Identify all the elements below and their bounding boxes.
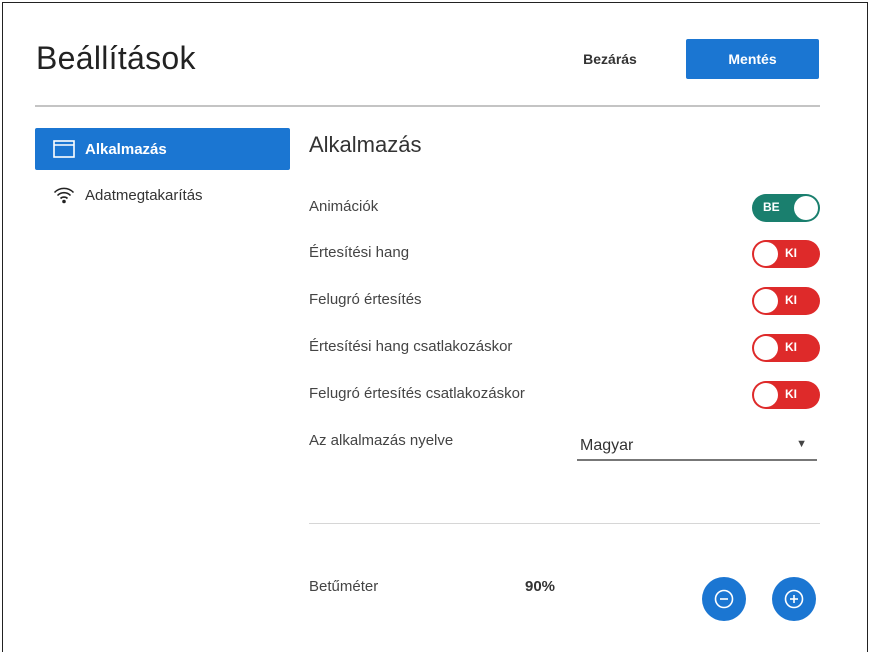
setting-label-animations: Animációk	[309, 198, 379, 215]
language-select[interactable]: Magyar ▼	[577, 431, 817, 461]
toggle-knob	[754, 289, 778, 313]
settings-window	[2, 2, 868, 652]
close-button[interactable]: Bezárás	[565, 44, 655, 74]
language-value: Magyar	[580, 437, 634, 454]
toggle-popup-on-connect[interactable]: KI	[752, 381, 820, 409]
setting-label-sound-on-connect: Értesítési hang csatlakozáskor	[309, 338, 513, 355]
font-size-value: 90%	[525, 578, 556, 595]
sidebar-item-label: Adatmegtakarítás	[85, 186, 203, 204]
increase-font-button[interactable]	[772, 577, 816, 621]
decrease-font-button[interactable]	[702, 577, 746, 621]
header-divider	[35, 105, 820, 107]
sidebar-item-alkalmazas[interactable]: Alkalmazás	[35, 128, 290, 170]
toggle-state: KI	[785, 340, 797, 354]
wifi-icon	[53, 187, 75, 204]
toggle-knob	[794, 196, 818, 220]
section-title: Alkalmazás	[309, 132, 422, 157]
toggle-knob	[754, 336, 778, 360]
sidebar-item-adatmegtakaritas[interactable]: Adatmegtakarítás	[35, 174, 290, 216]
plus-circle-icon	[784, 589, 804, 609]
setting-label-notification-sound: Értesítési hang	[309, 244, 410, 261]
dropdown-arrow-icon: ▼	[796, 438, 807, 450]
minus-circle-icon	[714, 589, 734, 609]
toggle-knob	[754, 242, 778, 266]
section-divider	[309, 523, 820, 524]
toggle-state: BE	[763, 200, 780, 214]
toggle-notification-sound[interactable]: KI	[752, 240, 820, 268]
toggle-state: KI	[785, 246, 797, 260]
setting-label-popup-notification: Felugró értesítés	[309, 291, 422, 308]
language-label: Az alkalmazás nyelve	[309, 432, 454, 449]
save-button[interactable]: Mentés	[686, 39, 819, 79]
toggle-animations[interactable]: BE	[752, 194, 820, 222]
sidebar-item-label: Alkalmazás	[85, 140, 167, 158]
setting-label-popup-on-connect: Felugró értesítés csatlakozáskor	[309, 385, 525, 402]
window-icon	[53, 140, 75, 158]
toggle-state: KI	[785, 293, 797, 307]
toggle-popup-notification[interactable]: KI	[752, 287, 820, 315]
font-size-label: Betűméter	[309, 578, 379, 595]
toggle-state: KI	[785, 387, 797, 401]
toggle-sound-on-connect[interactable]: KI	[752, 334, 820, 362]
page-title: Beállítások	[36, 40, 196, 76]
toggle-knob	[754, 383, 778, 407]
